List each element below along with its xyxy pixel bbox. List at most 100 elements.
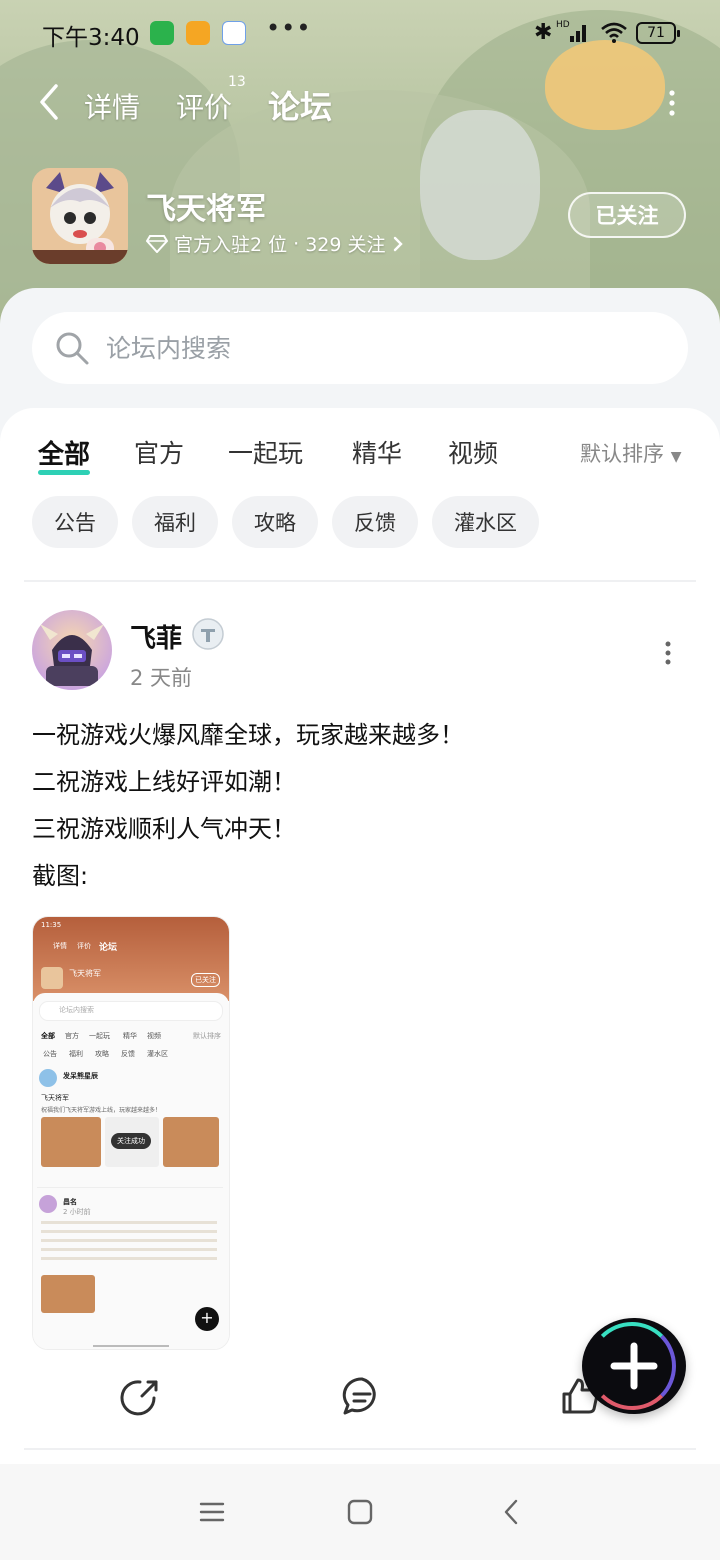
- chip-feedback[interactable]: 反馈: [332, 496, 418, 548]
- category-tab-featured[interactable]: 精华: [352, 434, 402, 470]
- search-icon: [56, 332, 89, 365]
- screenshot-time: 11:35: [41, 921, 62, 929]
- caret-down-icon: ▼: [670, 449, 682, 465]
- screenshot-avatar: [39, 1069, 57, 1087]
- signal-icon: HD: [556, 20, 586, 42]
- divider: [24, 580, 696, 582]
- status-time: 下午3:40: [42, 25, 140, 51]
- more-vertical-icon[interactable]: [662, 88, 682, 118]
- game-meta[interactable]: 官方入驻2 位 · 329 关注: [146, 230, 404, 257]
- screenshot-panel: 论坛内搜索 全部 官方 一起玩 精华 视频 默认排序 公告 福利 攻略 反馈 灌…: [33, 993, 229, 1349]
- category-tabs: 全部 官方 一起玩 精华 视频 默认排序 ▼: [0, 430, 720, 490]
- sort-dropdown[interactable]: 默认排序 ▼: [580, 438, 681, 468]
- chip-announcement[interactable]: 公告: [32, 496, 118, 548]
- screenshot-user: 昌名: [63, 1198, 77, 1206]
- category-tab-video[interactable]: 视频: [448, 434, 498, 470]
- post-line: 二祝游戏上线好评如潮！: [32, 768, 296, 796]
- forum-content: 全部 官方 一起玩 精华 视频 默认排序 ▼ 公告 福利 攻略 反馈 灌水区 飞…: [0, 408, 720, 1464]
- more-notifications-icon: •••: [266, 14, 312, 42]
- screenshot-home-indicator: [93, 1345, 169, 1347]
- screenshot-search-text: 论坛内搜索: [59, 1006, 94, 1014]
- screenshot-post-image: [163, 1117, 219, 1167]
- screenshot-tab: 评价: [77, 942, 91, 950]
- category-tab-play-together[interactable]: 一起玩: [228, 434, 303, 470]
- game-app-icon[interactable]: [32, 168, 128, 264]
- screenshot-avatar: [39, 1195, 57, 1213]
- screenshot-chip: 公告: [43, 1050, 57, 1058]
- avatar-image: [32, 610, 112, 690]
- header-banner: 下午3:40 ••• ✱ HD 71 详情 评价 13 论坛 飞天将军 官方入驻…: [0, 0, 720, 330]
- screenshot-category: 一起玩: [89, 1032, 110, 1040]
- game-app-icon-art: [32, 168, 128, 264]
- bluetooth-icon: ✱: [534, 20, 553, 45]
- share-icon[interactable]: [118, 1374, 162, 1418]
- screenshot-game-name: 飞天将军: [69, 969, 101, 978]
- comment-icon[interactable]: [340, 1374, 384, 1418]
- screenshot-toast: 关注成功: [111, 1133, 151, 1149]
- chip-chat[interactable]: 灌水区: [432, 496, 539, 548]
- create-post-button[interactable]: [582, 1318, 686, 1414]
- follower-count: 329 关注: [305, 234, 386, 256]
- system-navigation-bar: [0, 1464, 720, 1560]
- review-count-badge: 13: [228, 74, 246, 90]
- screenshot-chip: 攻略: [95, 1050, 109, 1058]
- diamond-icon: [146, 234, 168, 253]
- screenshot-category: 全部: [41, 1032, 55, 1040]
- screenshot-chip: 反馈: [121, 1050, 135, 1058]
- post-line: 一祝游戏火爆风靡全球，玩家越来越多！: [32, 721, 464, 749]
- home-icon[interactable]: [346, 1498, 374, 1526]
- screenshot-post-image: [41, 1117, 101, 1167]
- followed-button[interactable]: 已关注: [568, 192, 686, 238]
- divider: [24, 1448, 696, 1450]
- search-input[interactable]: [104, 332, 648, 364]
- official-residents: 官方入驻2 位: [174, 234, 288, 256]
- screenshot-user: 发呆熊星辰: [63, 1072, 98, 1080]
- post-screenshot[interactable]: 11:35 详情 评价 论坛 飞天将军 已关注 论坛内搜索 全部 官方 一起玩 …: [32, 916, 230, 1350]
- screenshot-banner: [33, 917, 229, 1001]
- menu-icon[interactable]: [198, 1498, 226, 1526]
- screenshot-category: 官方: [65, 1032, 79, 1040]
- sort-label: 默认排序: [580, 442, 664, 466]
- notes-app-icon: [186, 21, 210, 45]
- tab-reviews[interactable]: 评价: [176, 86, 232, 126]
- tab-forum[interactable]: 论坛: [268, 82, 332, 128]
- screenshot-post-title: 飞天将军: [41, 1094, 69, 1102]
- tab-details[interactable]: 详情: [84, 86, 140, 126]
- screenshot-tab: 论坛: [99, 943, 118, 953]
- screenshot-game-icon: [41, 967, 63, 989]
- more-vertical-icon[interactable]: [660, 640, 676, 666]
- game-info: 飞天将军 官方入驻2 位 · 329 关注 已关注: [0, 166, 720, 266]
- plus-icon: [610, 1342, 658, 1390]
- screenshot-tab: 详情: [53, 942, 67, 950]
- battery-indicator: 71: [636, 22, 680, 44]
- avatar[interactable]: [32, 610, 112, 690]
- screenshot-sort: 默认排序: [193, 1032, 221, 1040]
- screenshot-time-2: 2 小时前: [63, 1208, 91, 1216]
- category-tab-official[interactable]: 官方: [134, 434, 184, 470]
- chip-guide[interactable]: 攻略: [232, 496, 318, 548]
- post-author[interactable]: 飞菲: [130, 618, 182, 655]
- screenshot-fab: +: [195, 1307, 219, 1331]
- post-body: 一祝游戏火爆风靡全球，玩家越来越多！ 二祝游戏上线好评如潮！ 三祝游戏顺利人气冲…: [32, 712, 692, 900]
- verified-badge-icon: [192, 618, 224, 650]
- post-line: 截图:: [32, 862, 89, 890]
- back-icon[interactable]: [498, 1498, 526, 1526]
- forum-panel: 全部 官方 一起玩 精华 视频 默认排序 ▼ 公告 福利 攻略 反馈 灌水区: [0, 288, 720, 1464]
- post-time: 2 天前: [130, 666, 193, 690]
- screenshot-category: 视频: [147, 1032, 161, 1040]
- status-bar: 下午3:40 ••• ✱ HD 71: [0, 0, 720, 66]
- chevron-left-icon[interactable]: [34, 82, 64, 122]
- screenshot-chip: 灌水区: [147, 1050, 168, 1058]
- forum-search-bar[interactable]: [32, 312, 688, 384]
- calendar-app-icon: [222, 21, 246, 45]
- game-title: 飞天将军: [146, 192, 266, 227]
- screenshot-chip: 福利: [69, 1050, 83, 1058]
- chip-welfare[interactable]: 福利: [132, 496, 218, 548]
- chevron-right-icon: [393, 236, 403, 251]
- category-tab-all[interactable]: 全部: [38, 434, 91, 475]
- wechat-icon: [150, 21, 174, 45]
- screenshot-post-text-lines: [41, 1221, 217, 1261]
- top-navigation: 详情 评价 13 论坛: [0, 72, 720, 132]
- wifi-icon: [601, 22, 627, 43]
- post-line: 三祝游戏顺利人气冲天！: [32, 815, 296, 843]
